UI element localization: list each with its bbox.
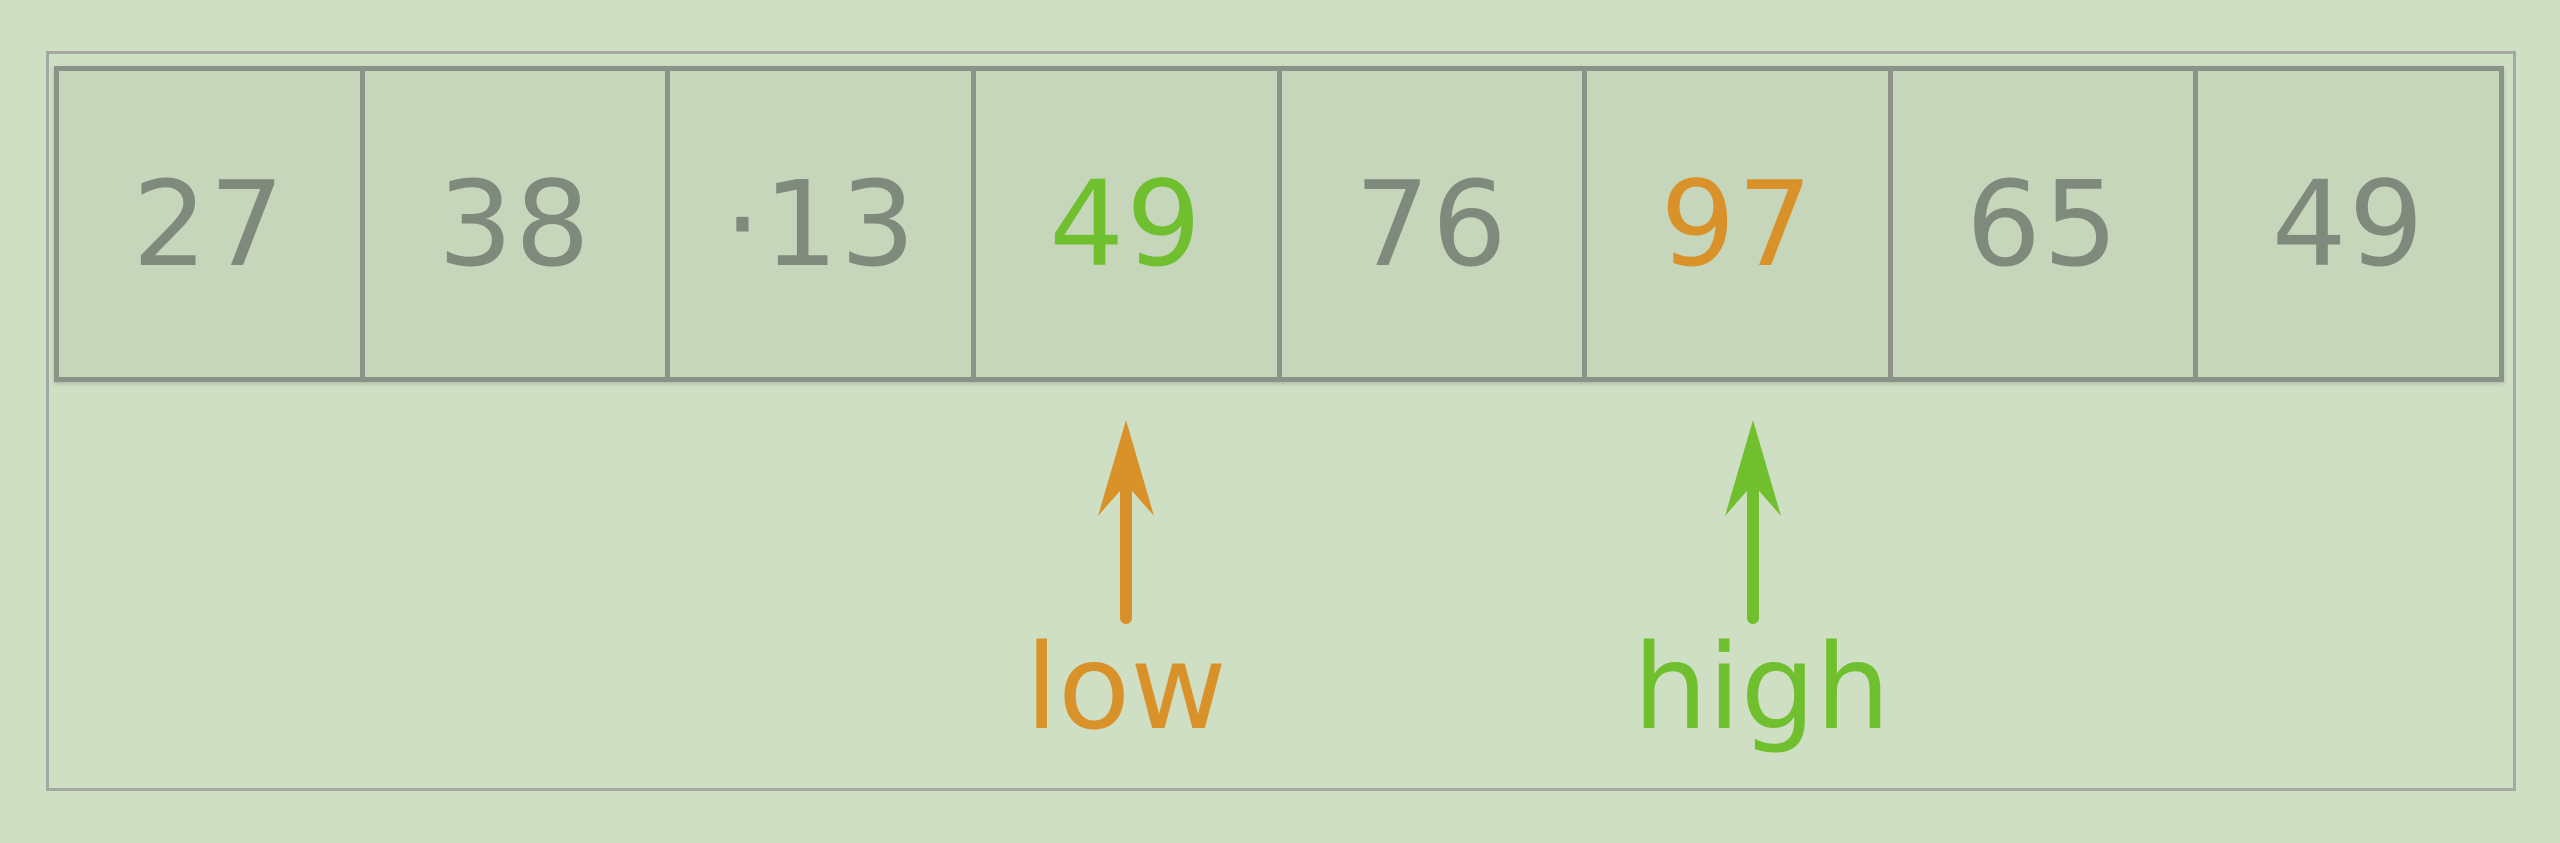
up-arrow-icon [1725, 420, 1781, 624]
cell-value: 49 [1049, 155, 1204, 293]
cell-value: 38 [437, 155, 593, 293]
cell-value: 65 [1965, 155, 2121, 293]
array-cell-high-position: 97 [1582, 71, 1888, 377]
array-cell-low-position: 49 [970, 71, 1277, 377]
array-cell: 38 [359, 71, 666, 377]
cell-value: 97 [1660, 155, 1815, 293]
up-arrow-icon [1098, 420, 1154, 624]
cell-value: 27 [132, 155, 287, 293]
low-label: low [1025, 618, 1227, 756]
cell-value: 49 [2271, 155, 2426, 293]
high-label: high [1633, 618, 1891, 756]
array-row: 27 38 ·13 49 76 97 65 49 [54, 66, 2504, 382]
high-pointer: high [1633, 418, 1891, 778]
array-cell: 27 [59, 71, 360, 377]
array-cell: 65 [1887, 71, 2194, 377]
low-pointer: low [1006, 418, 1246, 778]
array-cell: 49 [2193, 71, 2499, 377]
array-cell: 76 [1276, 71, 1583, 377]
cell-value: ·13 [723, 155, 918, 293]
cell-value: 76 [1354, 155, 1509, 293]
array-cell: ·13 [665, 71, 971, 377]
